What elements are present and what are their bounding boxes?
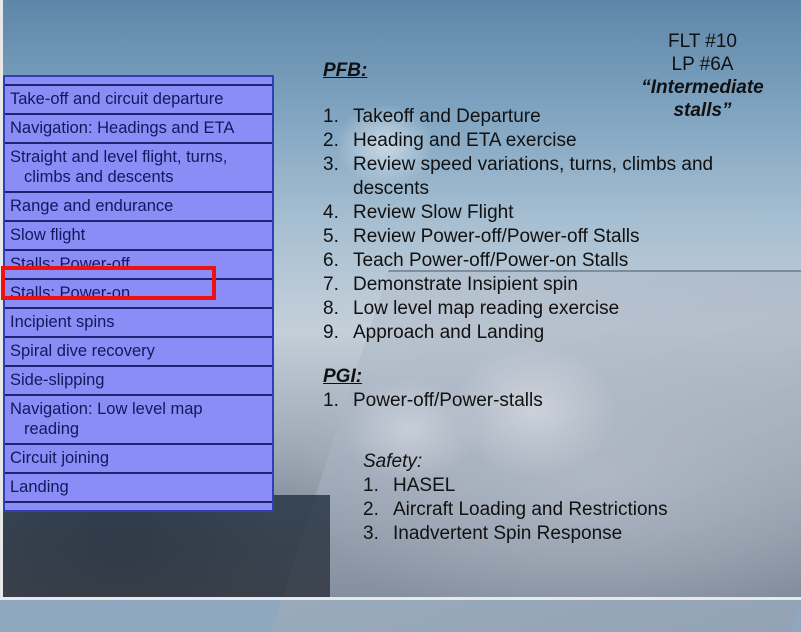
item-text: Takeoff and Departure (353, 106, 541, 127)
item-number: 1. (363, 475, 379, 496)
menu-item-label: Spiral dive recovery (10, 342, 155, 360)
menu-item-navigation-headings[interactable]: Navigation: Headings and ETA (5, 113, 272, 142)
lesson-title-line1: “Intermediate (641, 77, 764, 98)
menu-item-circuit-joining[interactable]: Circuit joining (5, 443, 272, 472)
menu-item-takeoff[interactable]: Take-off and circuit departure (5, 84, 272, 113)
menu-item-landing[interactable]: Landing (5, 472, 272, 503)
menu-item-label-line2: reading (24, 420, 80, 438)
menu-item-label: Navigation: Low level map (10, 400, 203, 418)
menu-item-label: Slow flight (10, 226, 86, 244)
item-text: Heading and ETA exercise (353, 130, 577, 151)
item-text: Review Power-off/Power-off Stalls (353, 226, 640, 247)
item-text: Inadvertent Spin Response (393, 523, 623, 544)
menu-item-label: Side-slipping (10, 371, 105, 389)
menu-item-label: Landing (10, 478, 69, 496)
menu-item-incipient-spins[interactable]: Incipient spins (5, 307, 272, 336)
item-number: 1. (323, 106, 339, 127)
menu-item-side-slipping[interactable]: Side-slipping (5, 365, 272, 394)
flight-number: FLT #10 (667, 31, 737, 52)
item-number: 3. (363, 523, 379, 544)
item-number: 6. (323, 250, 339, 271)
item-number: 4. (323, 202, 339, 223)
menu-item-label-line2: climbs and descents (24, 168, 174, 186)
item-text: Power-off/Power-stalls (353, 390, 543, 411)
safety-list: 1. HASEL 2. Aircraft Loading and Restricti… (363, 474, 668, 546)
list-item: 2. Aircraft Loading and Restrictions (363, 498, 668, 522)
list-item: 5. Review Power-off/Power-off Stalls (323, 225, 743, 249)
menu-item-spiral-dive[interactable]: Spiral dive recovery (5, 336, 272, 365)
item-text: Review speed variations, turns, climbs a… (353, 154, 714, 199)
item-number: 8. (323, 298, 339, 319)
menu-item-label: Navigation: Headings and ETA (10, 119, 235, 137)
list-item: 9. Approach and Landing (323, 321, 743, 345)
item-text: Review Slow Flight (353, 202, 514, 223)
item-text: Low level map reading exercise (353, 298, 620, 319)
item-number: 2. (363, 499, 379, 520)
item-number: 2. (323, 130, 339, 151)
item-number: 5. (323, 226, 339, 247)
list-item: 4. Review Slow Flight (323, 201, 743, 225)
list-item: 3. Inadvertent Spin Response (363, 522, 668, 546)
item-text: Demonstrate Insipient spin (353, 274, 578, 295)
list-item: 8. Low level map reading exercise (323, 297, 743, 321)
item-text: Teach Power-off/Power-on Stalls (353, 250, 629, 271)
list-item: 1. Power-off/Power-stalls (323, 389, 543, 413)
selected-item-highlight (1, 266, 216, 300)
list-item: 7. Demonstrate Insipient spin (323, 273, 743, 297)
item-number: 7. (323, 274, 339, 295)
menu-item-range-endurance[interactable]: Range and endurance (5, 191, 272, 220)
list-item: 3. Review speed variations, turns, climbs… (323, 153, 743, 201)
item-number: 1. (323, 390, 339, 411)
list-item: 6. Teach Power-off/Power-on Stalls (323, 249, 743, 273)
pgi-heading: PGI: (323, 366, 363, 387)
menu-item-label: Straight and level flight, turns, (10, 148, 228, 166)
pgi-list: 1. Power-off/Power-stalls (323, 389, 543, 413)
menu-item-straight-level[interactable]: Straight and level flight, turns, climbs … (5, 142, 272, 191)
item-text: HASEL (393, 475, 456, 496)
item-number: 3. (323, 154, 339, 175)
menu-item-navigation-low-level[interactable]: Navigation: Low level map reading (5, 394, 272, 443)
pfb-list: 1. Takeoff and Departure 2. Heading and ET… (323, 105, 743, 345)
item-text: Aircraft Loading and Restrictions (393, 499, 668, 520)
menu-item-label: Incipient spins (10, 313, 115, 331)
pfb-heading: PFB: (323, 60, 368, 81)
item-text: Approach and Landing (353, 322, 545, 343)
safety-section: Safety: 1. HASEL 2. Aircraft Loading and R… (363, 450, 668, 546)
menu-item-label: Circuit joining (10, 449, 110, 467)
list-item: 2. Heading and ETA exercise (323, 129, 743, 153)
menu-item-label: Take-off and circuit departure (10, 90, 224, 108)
list-item: 1. Takeoff and Departure (323, 105, 743, 129)
list-item: 1. HASEL (363, 474, 668, 498)
menu-item-slow-flight[interactable]: Slow flight (5, 220, 272, 249)
menu-item-label: Range and endurance (10, 197, 174, 215)
safety-label: Safety: (363, 451, 423, 472)
lesson-plan-number: LP #6A (671, 54, 734, 75)
item-number: 9. (323, 322, 339, 343)
